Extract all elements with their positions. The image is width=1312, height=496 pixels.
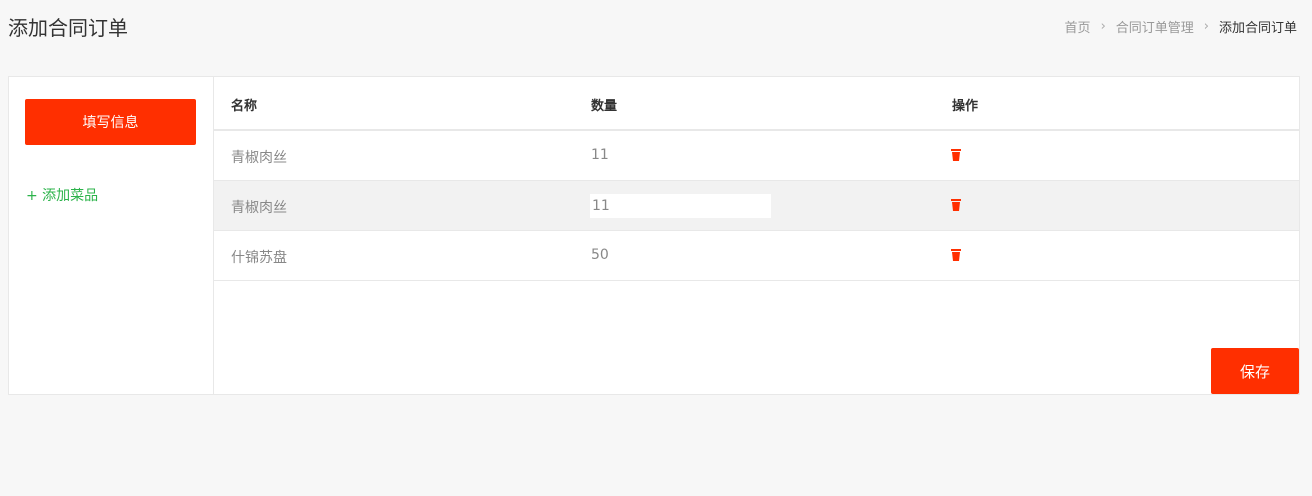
column-header-qty: 数量: [591, 99, 618, 114]
column-header-name: 名称: [231, 99, 258, 114]
dish-qty: 50: [591, 247, 609, 263]
sidebar: 填写信息 + 添加菜品: [9, 77, 214, 394]
order-panel: 填写信息 + 添加菜品 名称 数量 操作 青椒肉丝 11 青椒肉丝 什锦苏盘: [8, 76, 1300, 395]
page-title: 添加合同订单: [8, 16, 128, 40]
dish-name: 青椒肉丝: [231, 200, 287, 216]
chevron-right-icon: ›: [1100, 19, 1106, 34]
table-row: 青椒肉丝: [214, 181, 1299, 231]
fill-info-button[interactable]: 填写信息: [25, 99, 196, 145]
trash-icon[interactable]: [951, 199, 961, 211]
dish-name: 青椒肉丝: [231, 150, 287, 166]
column-header-action: 操作: [952, 99, 979, 114]
table-row: 青椒肉丝 11: [214, 131, 1299, 181]
qty-input[interactable]: [590, 194, 771, 218]
dish-name: 什锦苏盘: [231, 250, 287, 266]
add-dish-link[interactable]: + 添加菜品: [26, 185, 98, 205]
table-row: 什锦苏盘 50: [214, 231, 1299, 281]
dish-table: 名称 数量 操作 青椒肉丝 11 青椒肉丝 什锦苏盘 50: [214, 77, 1299, 394]
trash-icon[interactable]: [951, 149, 961, 161]
breadcrumb: 首页 › 合同订单管理 › 添加合同订单: [1065, 17, 1297, 36]
chevron-right-icon: ›: [1203, 19, 1209, 34]
dish-qty: 11: [591, 147, 609, 163]
breadcrumb-home[interactable]: 首页: [1065, 17, 1091, 36]
breadcrumb-contract-orders[interactable]: 合同订单管理: [1116, 17, 1194, 36]
trash-icon[interactable]: [951, 249, 961, 261]
breadcrumb-current: 添加合同订单: [1218, 21, 1297, 36]
table-header: 名称 数量 操作: [214, 77, 1299, 131]
save-button[interactable]: 保存: [1211, 348, 1299, 394]
